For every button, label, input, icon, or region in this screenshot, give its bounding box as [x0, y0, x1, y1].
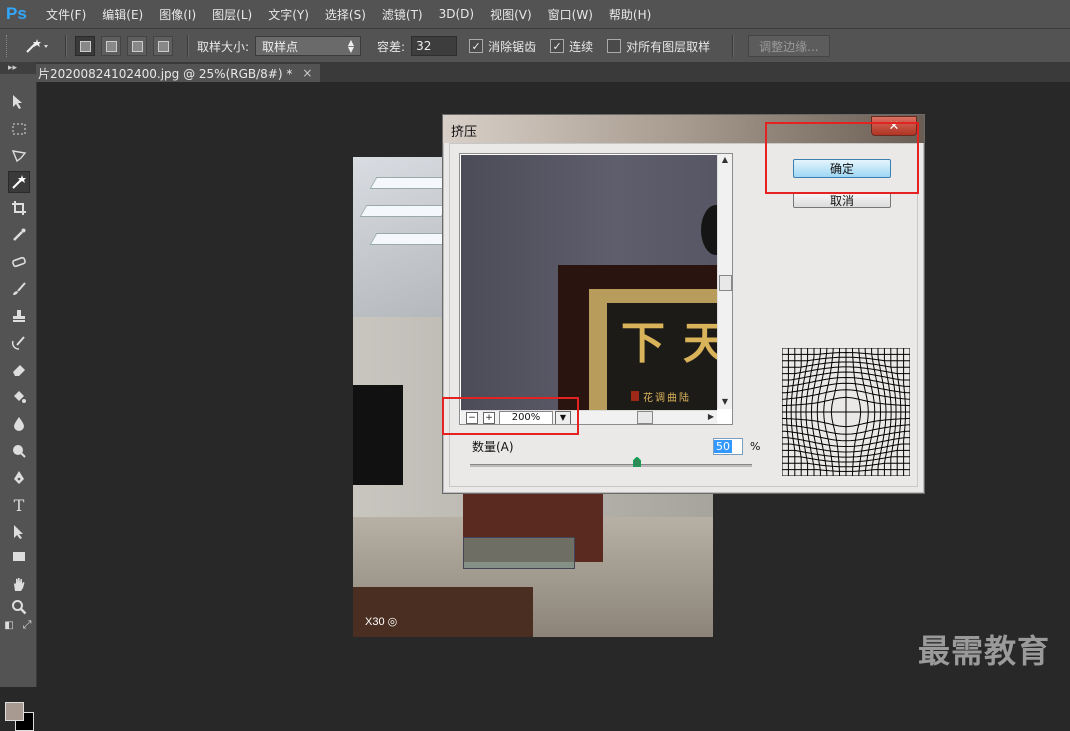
- preview-lamp: [701, 205, 717, 255]
- dialog-body: 下 天 花调曲陆 ▲ ▼ − + 200% ▼ ▶ 确定 取消 数量(A): [449, 143, 918, 487]
- document-tab-bar: 片20200824102400.jpg @ 25%(RGB/8#) * ×: [36, 62, 1070, 82]
- separator: [732, 35, 735, 57]
- photo-monitor: [353, 385, 403, 485]
- menu-type[interactable]: 文字(Y): [268, 6, 309, 23]
- history-brush-tool-icon[interactable]: [9, 333, 29, 353]
- zoom-level-highlight: [442, 397, 579, 435]
- eraser-tool-icon[interactable]: [9, 360, 29, 380]
- amount-slider-thumb[interactable]: [632, 457, 641, 467]
- blur-tool-icon[interactable]: [9, 414, 29, 434]
- tolerance-label: 容差:: [377, 39, 406, 54]
- brush-tool-icon[interactable]: [9, 279, 29, 299]
- menu-image[interactable]: 图像(I): [159, 6, 196, 23]
- menu-view[interactable]: 视图(V): [490, 6, 532, 23]
- healing-brush-tool-icon[interactable]: [9, 252, 29, 272]
- separator: [187, 35, 189, 57]
- default-colors-icon[interactable]: ◧: [2, 618, 16, 632]
- pen-tool-icon[interactable]: [9, 468, 29, 488]
- pinch-distortion-grid-preview: [782, 348, 910, 476]
- amount-label: 数量(A): [472, 440, 514, 454]
- hand-tool-icon[interactable]: [9, 574, 29, 594]
- menu-3d[interactable]: 3D(D): [439, 7, 474, 21]
- new-selection-button[interactable]: [75, 36, 95, 56]
- scroll-right-icon[interactable]: ▶: [704, 412, 718, 421]
- photo-glass-table: [463, 537, 575, 569]
- photo-desk: [353, 587, 533, 637]
- add-to-selection-button[interactable]: [101, 36, 121, 56]
- eyedropper-tool-icon[interactable]: [9, 225, 29, 245]
- amount-input[interactable]: 50: [713, 438, 743, 455]
- preview-vertical-scrollbar[interactable]: ▲ ▼: [717, 154, 732, 409]
- horizontal-scroll-thumb[interactable]: [637, 411, 653, 424]
- tool-preset-picker[interactable]: [23, 36, 57, 56]
- sample-all-layers-label: 对所有图层取样: [626, 39, 711, 54]
- marquee-tool-icon[interactable]: [9, 119, 29, 139]
- amount-unit: %: [750, 440, 761, 453]
- dodge-tool-icon[interactable]: [9, 441, 29, 461]
- menu-edit[interactable]: 编辑(E): [102, 6, 143, 23]
- amount-value: 50: [714, 440, 732, 453]
- tools-panel-collapse[interactable]: ▸▸: [0, 62, 36, 74]
- intersect-selection-button[interactable]: [153, 36, 173, 56]
- site-watermark: 最需教育: [918, 632, 1051, 670]
- rectangle-tool-icon[interactable]: [9, 546, 29, 566]
- contiguous-label: 连续: [569, 39, 594, 54]
- menu-layer[interactable]: 图层(L): [212, 6, 252, 23]
- preview-small-text: 花调曲陆: [643, 393, 691, 404]
- tools-panel: ▸▸ T ◧ ⤢: [0, 62, 37, 731]
- preview-character: 下: [621, 318, 665, 369]
- menu-select[interactable]: 选择(S): [325, 6, 366, 23]
- refine-edge-button[interactable]: 调整边缘...: [748, 35, 830, 57]
- magic-wand-icon: [26, 39, 48, 53]
- vertical-scroll-thumb[interactable]: [719, 275, 732, 291]
- foreground-color-swatch[interactable]: [5, 702, 24, 721]
- options-grip[interactable]: [6, 35, 11, 57]
- lasso-tool-icon[interactable]: [9, 146, 29, 166]
- cancel-button[interactable]: 取消: [793, 192, 891, 208]
- menu-filter[interactable]: 滤镜(T): [382, 6, 423, 23]
- preview-seal: [631, 391, 639, 401]
- sample-size-value: 取样点: [262, 39, 299, 54]
- dialog-title: 挤压: [451, 125, 478, 140]
- swap-colors-icon[interactable]: ⤢: [20, 618, 34, 632]
- sample-all-layers-checkbox[interactable]: [607, 39, 622, 53]
- contiguous-checkbox[interactable]: ✓: [550, 39, 565, 53]
- paint-bucket-tool-icon[interactable]: [9, 387, 29, 407]
- options-bar: 取样大小: 取样点 ▲ ▼ 容差: 32 ✓ 消除锯齿 ✓ 连续 对所有图层取样 …: [0, 28, 1070, 64]
- magic-wand-tool-icon[interactable]: [8, 171, 30, 193]
- type-tool-icon[interactable]: T: [9, 495, 29, 515]
- filter-preview[interactable]: 下 天 花调曲陆 ▲ ▼ − + 200% ▼ ▶: [459, 153, 733, 425]
- clone-stamp-tool-icon[interactable]: [9, 306, 29, 326]
- updown-arrows-icon: ▲ ▼: [347, 38, 355, 54]
- photoshop-logo: Ps: [6, 4, 27, 23]
- path-selection-tool-icon[interactable]: [9, 522, 29, 542]
- separator: [65, 35, 67, 57]
- preview-character: 天: [683, 307, 717, 371]
- preview-image[interactable]: 下 天 花调曲陆: [461, 155, 717, 410]
- tolerance-input[interactable]: 32: [411, 36, 458, 56]
- document-tab-title: 片20200824102400.jpg @ 25%(RGB/8#) *: [38, 66, 293, 81]
- scroll-up-icon[interactable]: ▲: [718, 155, 732, 164]
- move-tool-icon[interactable]: [9, 92, 29, 112]
- sample-size-label: 取样大小:: [197, 39, 250, 54]
- menu-bar: Ps 文件(F) 编辑(E) 图像(I) 图层(L) 文字(Y) 选择(S) 滤…: [0, 0, 1070, 28]
- amount-slider[interactable]: [470, 464, 752, 467]
- menu-window[interactable]: 窗口(W): [548, 6, 593, 23]
- photo-ceiling-light: [359, 205, 449, 217]
- antialias-label: 消除锯齿: [488, 39, 537, 54]
- scroll-down-icon[interactable]: ▼: [718, 397, 732, 406]
- document-tab[interactable]: 片20200824102400.jpg @ 25%(RGB/8#) * ×: [36, 64, 321, 82]
- menu-help[interactable]: 帮助(H): [609, 6, 651, 23]
- close-tab-icon[interactable]: ×: [302, 66, 312, 80]
- sample-size-select[interactable]: 取样点 ▲ ▼: [255, 36, 362, 56]
- crop-tool-icon[interactable]: [9, 198, 29, 218]
- menu-file[interactable]: 文件(F): [46, 6, 86, 23]
- photo-camera-watermark: X30 ◎: [365, 616, 398, 628]
- antialias-checkbox[interactable]: ✓: [469, 39, 484, 53]
- ok-button-highlight: [765, 122, 919, 194]
- subtract-from-selection-button[interactable]: [127, 36, 147, 56]
- zoom-tool-icon[interactable]: [9, 597, 29, 617]
